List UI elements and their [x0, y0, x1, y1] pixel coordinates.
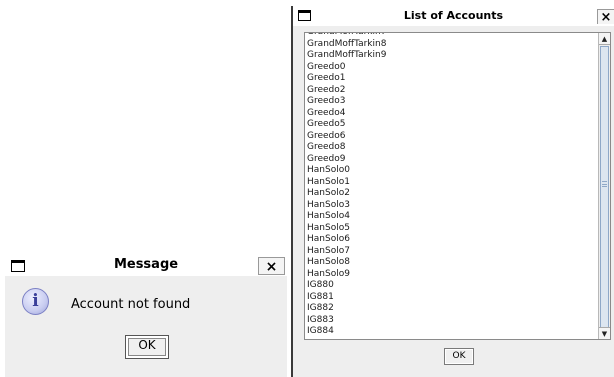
list-item[interactable]: HanSolo4 [305, 211, 599, 223]
list-item[interactable]: Greedo4 [305, 108, 599, 120]
list-item[interactable]: HanSolo7 [305, 246, 599, 258]
list-item[interactable]: IG881 [305, 292, 599, 304]
scroll-up-arrow-icon[interactable]: ▲ [599, 33, 610, 45]
list-item[interactable]: GrandMoffTarkin9 [305, 50, 599, 62]
list-item[interactable]: GrandMoffTarkin8 [305, 39, 599, 51]
list-item[interactable]: Greedo3 [305, 96, 599, 108]
list-item[interactable]: HanSolo3 [305, 200, 599, 212]
window-icon [298, 10, 311, 21]
accounts-ok-button[interactable]: OK [444, 348, 474, 365]
list-item[interactable]: IG880 [305, 280, 599, 292]
list-item[interactable]: Greedo5 [305, 119, 599, 131]
info-icon: i [22, 288, 49, 315]
message-text: Account not found [71, 297, 191, 312]
list-item[interactable]: Greedo1 [305, 73, 599, 85]
list-item[interactable]: HanSolo8 [305, 257, 599, 269]
scroll-down-arrow-icon[interactable]: ▼ [599, 327, 610, 339]
accounts-titlebar[interactable]: List of Accounts × [293, 6, 614, 26]
accounts-list[interactable]: GrandMoffTarkin7 GrandMoffTarkin8 GrandMof… [304, 32, 611, 340]
vertical-scrollbar[interactable]: ▲ ▼ [598, 33, 610, 339]
list-item[interactable]: IG884 [305, 326, 599, 338]
list-item[interactable]: HanSolo6 [305, 234, 599, 246]
list-item[interactable]: HanSolo1 [305, 177, 599, 189]
scroll-grip-icon [602, 181, 607, 187]
accounts-window-title: List of Accounts [403, 9, 504, 22]
list-item[interactable]: HanSolo2 [305, 188, 599, 200]
message-dialog-title: Message [113, 257, 179, 272]
scroll-thumb[interactable] [600, 46, 609, 328]
list-item[interactable]: HanSolo5 [305, 223, 599, 235]
list-item[interactable]: IG883 [305, 315, 599, 327]
window-icon [11, 260, 25, 272]
list-item[interactable]: Greedo9 [305, 154, 599, 166]
close-icon[interactable]: × [258, 257, 285, 275]
accounts-list-items: GrandMoffTarkin7 GrandMoffTarkin8 GrandMof… [305, 33, 599, 338]
close-icon[interactable]: × [597, 9, 614, 25]
list-item[interactable]: Greedo6 [305, 131, 599, 143]
list-item[interactable]: HanSolo0 [305, 165, 599, 177]
accounts-window: List of Accounts × GrandMoffTarkin7 Grand… [291, 6, 614, 377]
list-item[interactable]: Greedo2 [305, 85, 599, 97]
message-dialog: Message × i Account not found OK [5, 255, 287, 377]
list-item[interactable]: Greedo8 [305, 142, 599, 154]
message-ok-button[interactable]: OK [125, 335, 169, 359]
list-item[interactable]: IG882 [305, 303, 599, 315]
list-item[interactable]: HanSolo9 [305, 269, 599, 281]
message-titlebar[interactable]: Message × [5, 255, 287, 276]
list-item[interactable]: Greedo0 [305, 62, 599, 74]
